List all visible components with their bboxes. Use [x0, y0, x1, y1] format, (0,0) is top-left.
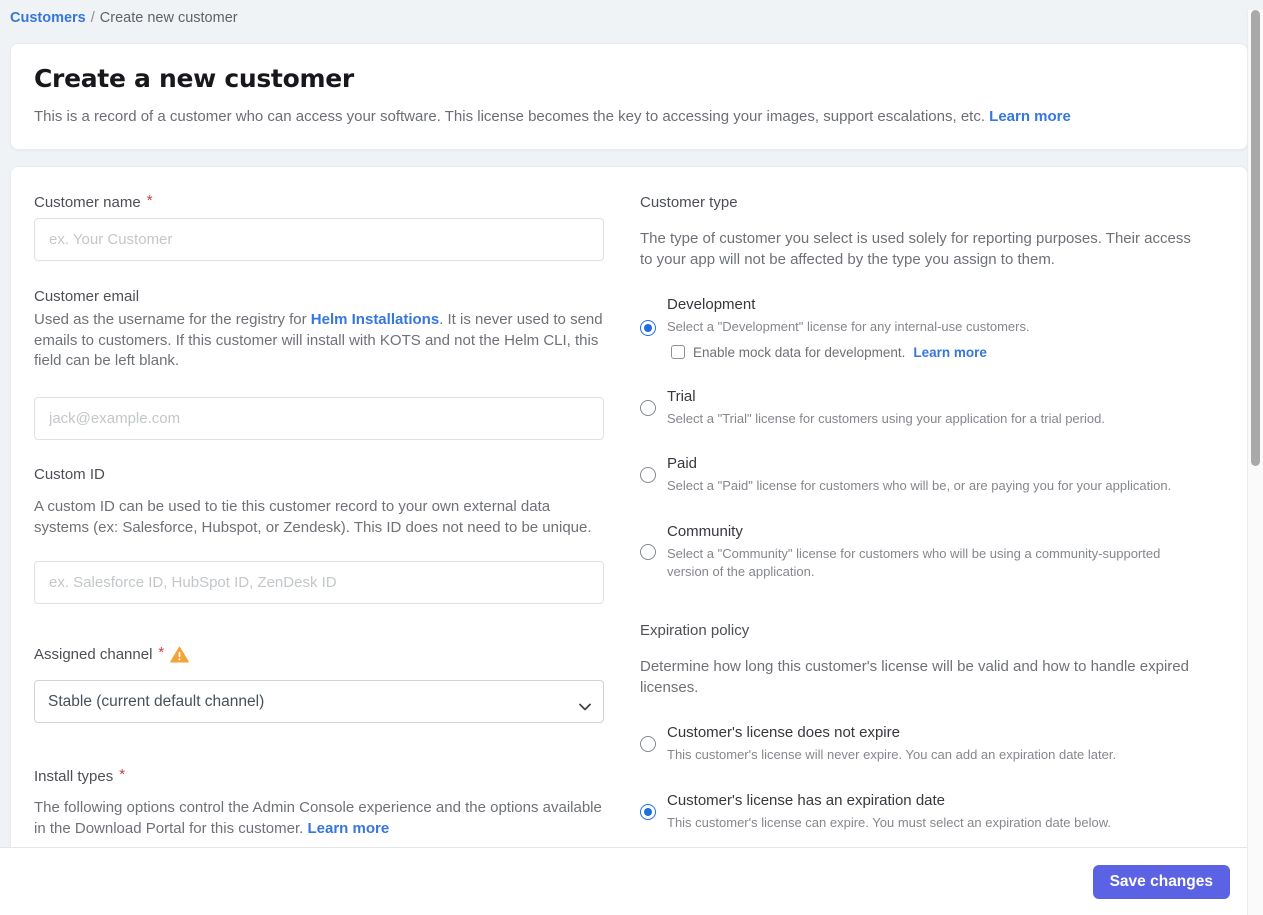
option-title: Customer's license does not expire: [667, 724, 900, 742]
header-learn-more-link[interactable]: Learn more: [989, 108, 1071, 125]
mock-data-label: Enable mock data for development.: [693, 344, 906, 360]
assigned-channel-field: Assigned channel * Stable (current defaul…: [34, 644, 604, 724]
custom-id-input[interactable]: [34, 561, 604, 605]
option-description: Select a "Development" license for any i…: [667, 319, 1030, 335]
scrollbar-track[interactable]: [1247, 10, 1263, 915]
customer-email-description: Used as the username for the registry fo…: [34, 311, 603, 370]
radio-development[interactable]: [640, 320, 656, 337]
mock-data-learn-more-link[interactable]: Learn more: [913, 345, 987, 360]
customer-type-heading: Customer type: [640, 194, 738, 211]
scrollbar-thumb[interactable]: [1251, 10, 1260, 466]
breadcrumb-customers-link[interactable]: Customers: [10, 10, 86, 26]
mock-data-row: Enable mock data for development. Learn …: [671, 345, 1196, 360]
breadcrumb: Customers / Create new customer: [10, 10, 1253, 26]
expiration-policy-section: Expiration policy Determine how long thi…: [640, 622, 1196, 831]
required-asterisk: *: [119, 766, 126, 784]
expiration-policy-heading: Expiration policy: [640, 622, 750, 640]
expiration-policy-description: Determine how long this customer's licen…: [640, 658, 1189, 696]
form-left-column: Customer name * Customer email Used as th…: [34, 192, 604, 840]
breadcrumb-current: Create new customer: [99, 10, 238, 26]
customer-name-input[interactable]: [34, 218, 604, 261]
customer-type-option-trial: Trial Select a "Trial" license for custo…: [640, 388, 1196, 428]
customer-type-description: The type of customer you select is used …: [640, 230, 1191, 268]
form-right-column: Customer type The type of customer you s…: [640, 194, 1196, 832]
radio-community[interactable]: [640, 543, 656, 560]
required-asterisk: *: [158, 644, 165, 662]
custom-id-field: Custom ID A custom ID can be used to tie…: [34, 466, 604, 605]
assigned-channel-select[interactable]: Stable (current default channel): [34, 680, 604, 724]
customer-name-label: Customer name: [34, 194, 141, 211]
install-types-label: Install types: [34, 768, 114, 786]
install-types-learn-more-link[interactable]: Learn more: [307, 820, 389, 837]
page-description: This is a record of a customer who can a…: [34, 108, 1071, 125]
customer-email-input[interactable]: [34, 397, 604, 441]
required-asterisk: *: [146, 192, 153, 209]
assigned-channel-label: Assigned channel: [34, 646, 153, 664]
breadcrumb-separator: /: [90, 10, 95, 26]
option-title: Development: [667, 296, 756, 314]
expiration-option-has-expiration: Customer's license has an expiration dat…: [640, 792, 1196, 832]
customer-type-option-paid: Paid Select a "Paid" license for custome…: [640, 455, 1196, 495]
warning-icon: [170, 646, 190, 663]
radio-trial[interactable]: [640, 399, 656, 416]
page-title: Create a new customer: [34, 64, 354, 93]
customer-type-option-community: Community Select a "Community" license f…: [640, 523, 1196, 580]
custom-id-description: A custom ID can be used to tie this cust…: [34, 498, 592, 536]
option-description: Select a "Community" license for custome…: [667, 546, 1161, 579]
option-description: This customer's license will never expir…: [667, 747, 1117, 763]
option-title: Paid: [667, 455, 698, 473]
option-description: Select a "Paid" license for customers wh…: [667, 478, 1172, 494]
option-description: Select a "Trial" license for customers u…: [667, 410, 1105, 426]
customer-email-field: Customer email Used as the username for …: [34, 288, 604, 441]
radio-license-has-expiration[interactable]: [640, 803, 656, 820]
install-types-field: Install types * The following options con…: [34, 766, 604, 839]
page-header-card: Create a new customer This is a record o…: [10, 43, 1248, 150]
customer-type-section: Customer type The type of customer you s…: [640, 194, 1196, 580]
helm-installations-link[interactable]: Helm Installations: [311, 311, 439, 328]
radio-paid[interactable]: [640, 467, 656, 484]
option-title: Customer's license has an expiration dat…: [667, 792, 946, 810]
option-description: This customer's license can expire. You …: [667, 815, 1111, 831]
customer-form-card: Customer name * Customer email Used as th…: [10, 166, 1248, 881]
option-title: Trial: [667, 387, 696, 405]
custom-id-label: Custom ID: [34, 466, 105, 484]
save-changes-button[interactable]: Save changes: [1092, 865, 1230, 899]
mock-data-checkbox[interactable]: [671, 345, 685, 360]
option-title: Community: [667, 523, 743, 541]
customer-name-field: Customer name *: [34, 192, 604, 261]
customer-type-option-development: Development Select a "Development" licen…: [640, 296, 1196, 360]
customer-email-label: Customer email: [34, 288, 140, 305]
install-types-description: The following options control the Admin …: [34, 799, 602, 838]
expiration-option-no-expire: Customer's license does not expire This …: [640, 724, 1196, 764]
radio-license-does-not-expire[interactable]: [640, 736, 656, 753]
